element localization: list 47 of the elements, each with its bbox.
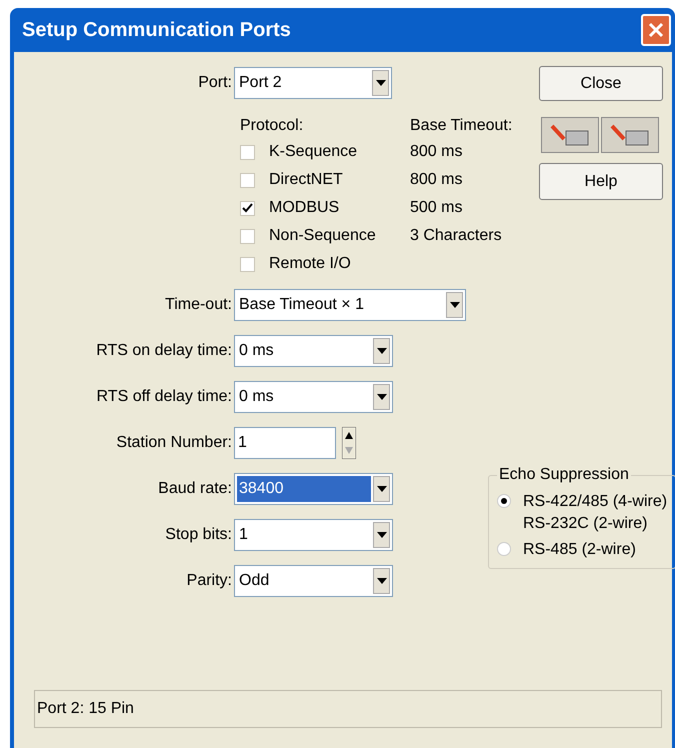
station-number-input[interactable]: 1 — [234, 427, 336, 459]
field-label: Parity: — [186, 571, 233, 591]
radio-button[interactable] — [497, 494, 511, 508]
radio-label[interactable]: RS-422/485 (4-wire) — [523, 491, 668, 513]
column-header: Protocol: — [240, 116, 304, 136]
radio-label[interactable]: RS-232C (2-wire) — [523, 513, 668, 535]
checkbox[interactable] — [240, 256, 255, 272]
field-label: Station Number: — [115, 433, 233, 453]
checkbox[interactable] — [240, 200, 255, 216]
port-transfer-icon[interactable] — [541, 117, 599, 153]
timeout-value: 3 Characters — [410, 226, 502, 246]
spinner-icon[interactable] — [342, 427, 356, 459]
timeout-value: 800 ms — [410, 170, 462, 190]
field-label: Stop bits: — [164, 525, 233, 545]
checkbox-label[interactable]: Remote I/O — [269, 252, 410, 276]
help-button[interactable]: Help — [539, 163, 663, 200]
checkbox-label[interactable]: K-Sequence — [269, 140, 410, 164]
selected-value: 38400 — [237, 476, 371, 502]
dropdown[interactable]: 1 — [234, 519, 393, 551]
timeout-value: 800 ms — [410, 142, 462, 162]
checkbox[interactable] — [240, 144, 255, 160]
checkbox-label[interactable]: Non-Sequence — [269, 224, 410, 248]
field-label: RTS off delay time: — [96, 387, 233, 407]
field-label: Port: — [197, 73, 233, 93]
field-label: RTS on delay time: — [95, 341, 233, 361]
dropdown[interactable]: 0 ms — [234, 335, 393, 367]
status-bar: Port 2: 15 Pin — [34, 690, 662, 728]
group-title: Echo Suppression — [498, 465, 630, 485]
port-transfer-icon[interactable] — [601, 117, 659, 153]
radio-label[interactable]: RS-485 (2-wire) — [523, 539, 636, 561]
checkbox-label[interactable]: MODBUS — [269, 196, 410, 220]
field-label: Baud rate: — [157, 479, 233, 499]
timeout-value: 500 ms — [410, 198, 462, 218]
column-header: Base Timeout: — [410, 116, 512, 136]
port-dropdown[interactable]: Port 2 — [234, 67, 392, 99]
close-button[interactable]: Close — [539, 66, 663, 101]
close-icon[interactable] — [641, 14, 671, 46]
radio-button[interactable] — [497, 542, 511, 556]
dropdown[interactable]: 0 ms — [234, 381, 393, 413]
dropdown[interactable]: Odd — [234, 565, 393, 597]
field-label: Time-out: — [164, 295, 233, 315]
window-title: Setup Communication Ports — [22, 18, 291, 43]
dropdown[interactable]: 38400 — [234, 473, 393, 505]
checkbox-label[interactable]: DirectNET — [269, 168, 410, 192]
checkbox[interactable] — [240, 228, 255, 244]
dropdown[interactable]: Base Timeout × 1 — [234, 289, 466, 321]
checkbox[interactable] — [240, 172, 255, 188]
